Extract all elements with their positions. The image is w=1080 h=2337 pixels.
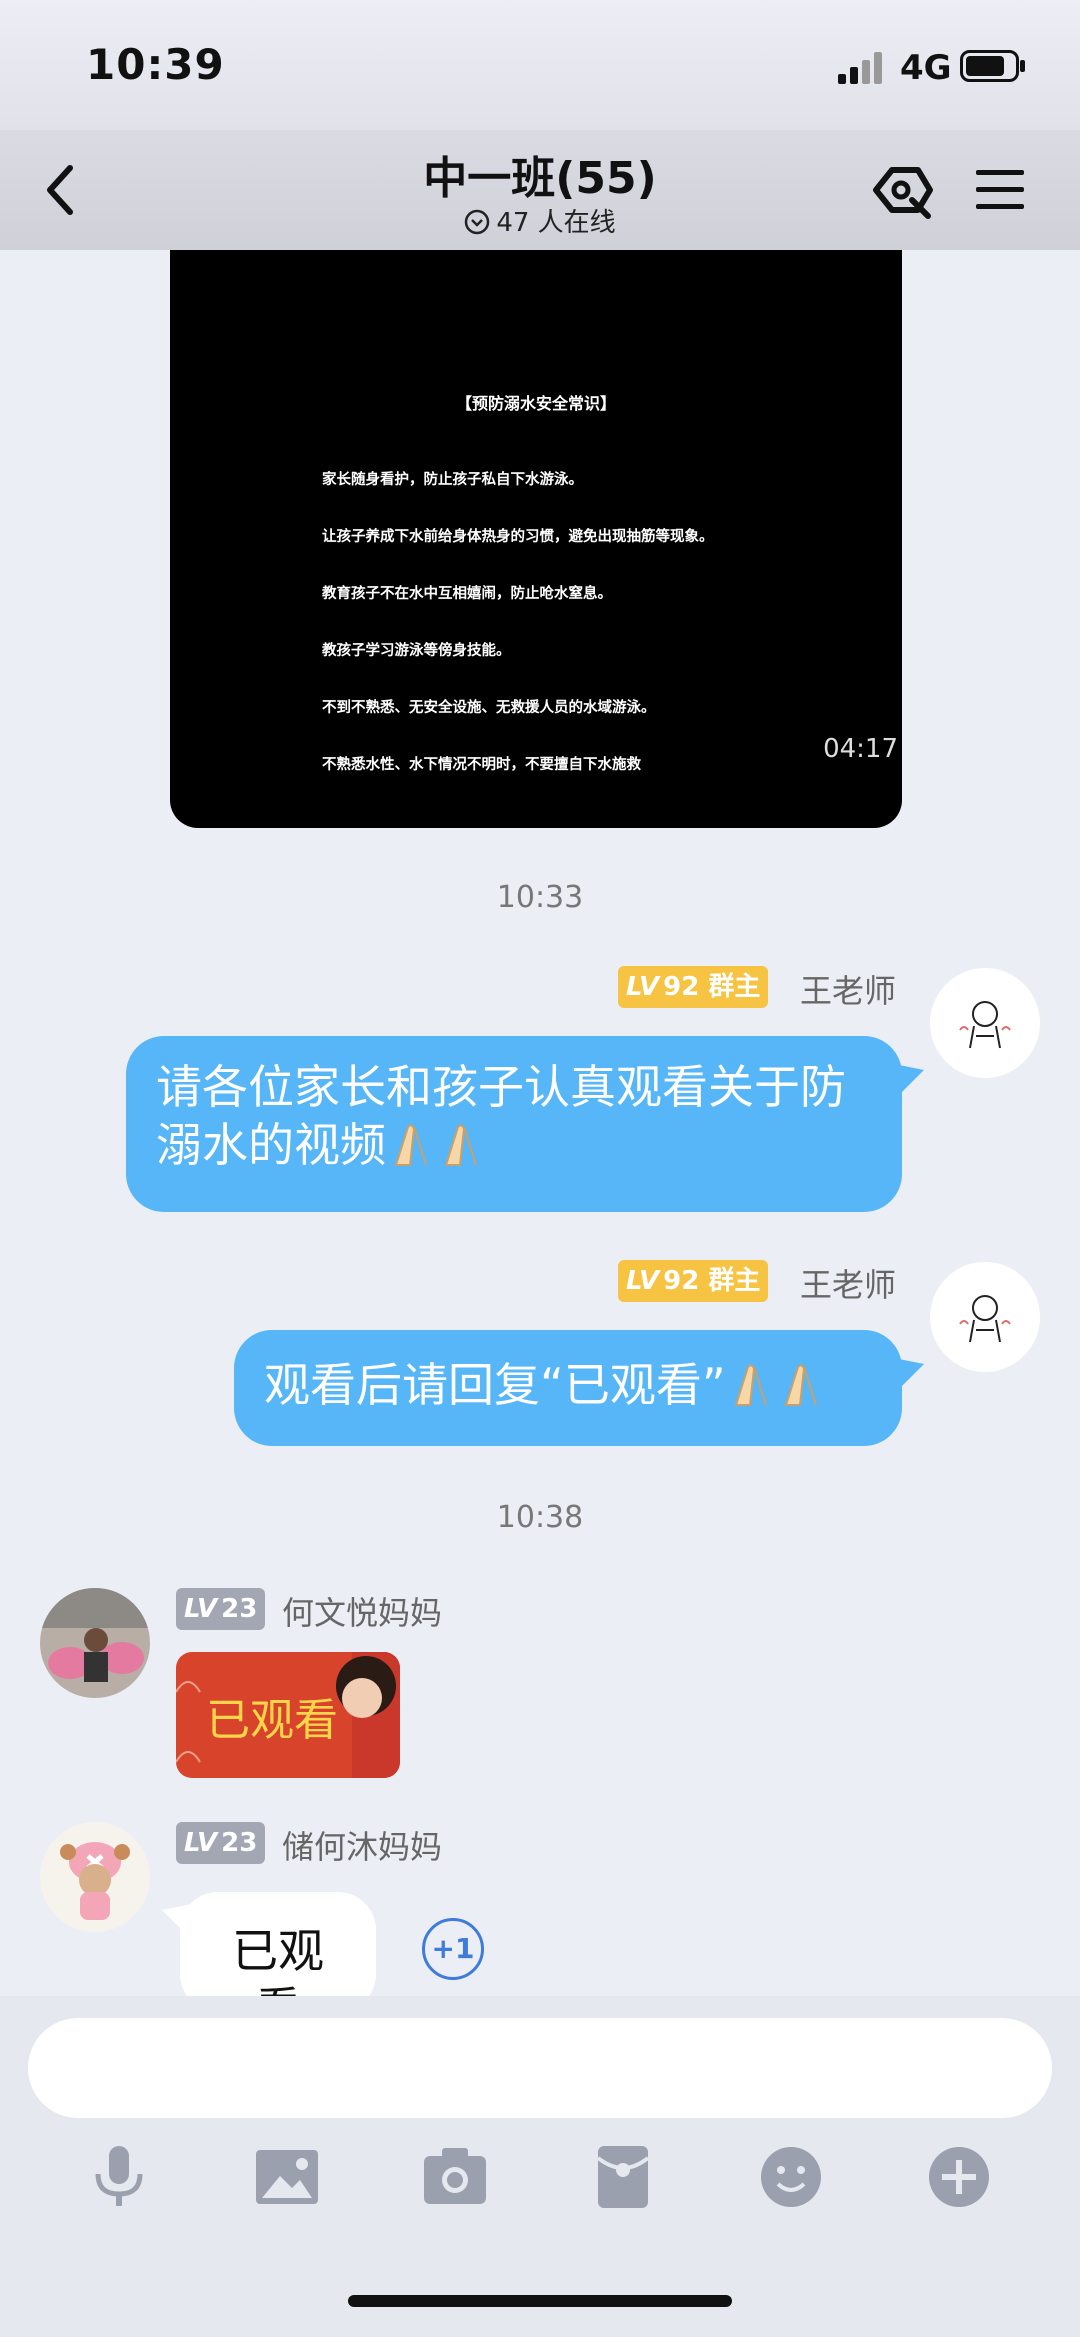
network-type: 4G (900, 48, 952, 88)
avatar[interactable] (930, 1262, 1040, 1372)
menu-icon[interactable] (974, 166, 1026, 214)
level-prefix: LV (184, 1594, 218, 1624)
message-bubble[interactable]: 已观看 (180, 1892, 376, 2036)
level-number: 23 (221, 1828, 258, 1858)
avatar-image (930, 1262, 1040, 1372)
video-line: 教孩子学习游泳等傍身技能。 (322, 642, 511, 659)
level-badge: LV 23 (176, 1822, 266, 1864)
status-time: 10:39 (86, 40, 225, 89)
level-prefix: LV (184, 1828, 218, 1858)
message-input[interactable] (28, 2018, 1052, 2118)
battery-icon (960, 50, 1025, 82)
video-text: 家长随身看护，防止孩子私自下水游泳。 让孩子养成下水前给身体热身的习惯，避免出现… (322, 432, 714, 812)
sticker-text: 已观看 (206, 1695, 338, 1746)
video-message[interactable]: 【预防溺水安全常识】 家长随身看护，防止孩子私自下水游泳。 让孩子养成下水前给身… (170, 250, 902, 828)
camera-icon[interactable] (420, 2142, 490, 2212)
message-text: 观看后请回复“已观看” (264, 1358, 726, 1412)
red-packet-icon[interactable] (588, 2142, 658, 2212)
message-bubble[interactable]: 请各位家长和孩子认真观看关于防溺水的视频 (126, 1036, 902, 1212)
bubble-tail (894, 1064, 924, 1094)
level-prefix: LV (626, 972, 660, 1002)
home-indicator[interactable] (348, 2295, 732, 2307)
chat-header: 中一班(55) 47 人在线 (0, 130, 1080, 250)
video-line: 让孩子养成下水前给身体热身的习惯，避免出现抽筋等现象。 (322, 528, 714, 545)
sticker-message[interactable]: 已观看 (176, 1652, 400, 1778)
level-badge: LV 92 群主 (618, 966, 769, 1008)
role-label: 群主 (708, 1266, 761, 1296)
status-bar: 10:39 4G (0, 0, 1080, 140)
pray-emoji-icon (444, 1124, 477, 1166)
pray-emoji-icon (734, 1364, 767, 1406)
avatar[interactable] (40, 1588, 150, 1698)
level-badge: LV 92 群主 (618, 1260, 769, 1302)
bubble-tail (894, 1358, 924, 1388)
signal-icon (838, 52, 882, 84)
video-line: 教育孩子不在水中互相嬉闹，防止呛水窒息。 (322, 585, 612, 602)
group-tag-icon[interactable] (868, 160, 938, 220)
video-line: 不熟悉水性、水下情况不明时，不要擅自下水施救 (322, 756, 641, 773)
avatar[interactable] (40, 1822, 150, 1932)
video-duration: 04:17 (823, 734, 898, 764)
message-bubble[interactable]: 观看后请回复“已观看” (234, 1330, 902, 1446)
level-number: 23 (221, 1594, 258, 1624)
video-line: 家长随身看护，防止孩子私自下水游泳。 (322, 471, 583, 488)
avatar-image (930, 968, 1040, 1078)
pray-emoji-icon (394, 1124, 427, 1166)
plus-icon[interactable] (924, 2142, 994, 2212)
level-number: 92 (663, 972, 700, 1002)
online-chevron-icon (465, 209, 490, 235)
pray-emoji-icon (784, 1364, 817, 1406)
video-line: 不到不熟悉、无安全设施、无救援人员的水域游泳。 (322, 699, 656, 716)
avatar-image (40, 1588, 150, 1698)
emoji-icon[interactable] (756, 2142, 826, 2212)
sender-name: 储何沐妈妈 (282, 1828, 443, 1866)
avatar[interactable] (930, 968, 1040, 1078)
video-heading: 【预防溺水安全常识】 (455, 394, 616, 413)
sender-name: 王老师 (800, 1266, 897, 1304)
sender-name: 何文悦妈妈 (282, 1594, 443, 1632)
level-prefix: LV (626, 1266, 660, 1296)
plus-one-button[interactable]: +1 (422, 1918, 484, 1980)
input-area (0, 1996, 1080, 2337)
timestamp: 10:33 (496, 880, 584, 915)
online-count: 47 人在线 (496, 208, 616, 238)
avatar-image (40, 1822, 150, 1932)
level-number: 92 (663, 1266, 700, 1296)
message-text: 请各位家长和孩子认真观看关于防溺水的视频 (156, 1060, 846, 1172)
image-icon[interactable] (252, 2142, 322, 2212)
role-label: 群主 (708, 972, 761, 1002)
timestamp: 10:38 (496, 1500, 584, 1535)
chat-screen: 10:39 4G 中一班(55) 47 人在线 【预防溺水安全常识】 家长随身看… (0, 0, 1080, 2337)
mic-icon[interactable] (84, 2142, 154, 2212)
level-badge: LV 23 (176, 1588, 266, 1630)
sender-name: 王老师 (800, 972, 897, 1010)
